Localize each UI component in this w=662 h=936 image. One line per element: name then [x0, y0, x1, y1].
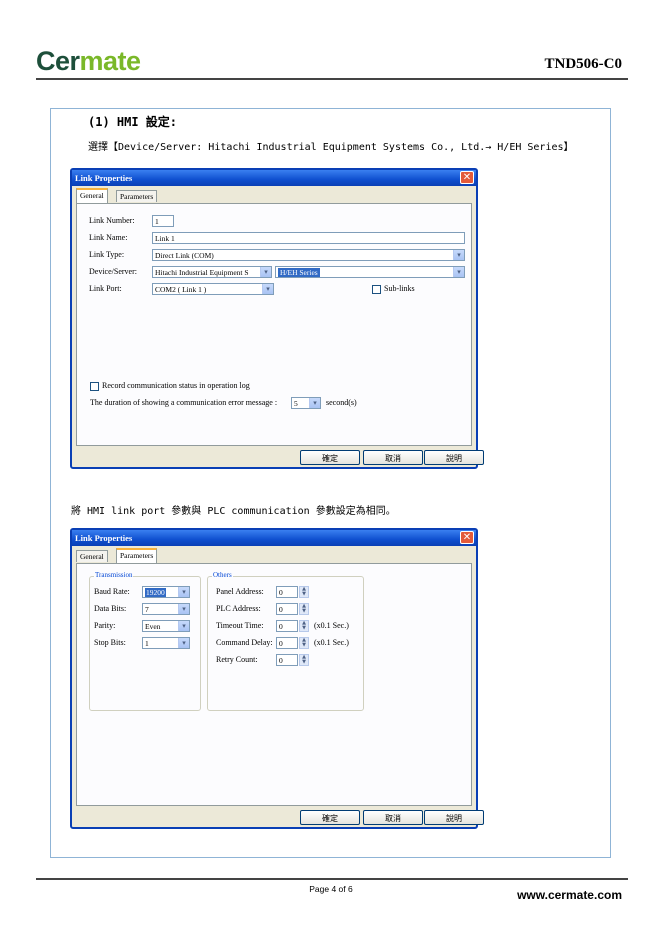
parity-label: Parity: — [94, 621, 116, 630]
link-type-select[interactable]: Direct Link (COM) ▾ — [152, 249, 465, 261]
baud-rate-select[interactable]: 19200 ▾ — [142, 586, 190, 598]
sub-links-label: Sub-links — [384, 284, 415, 293]
chevron-down-icon[interactable]: ▾ — [178, 621, 189, 631]
dialog-title: Link Properties — [75, 173, 133, 183]
general-panel: Link Number: 1 Link Name: Link 1 Link Ty… — [76, 203, 472, 446]
link-port-label: Link Port: — [89, 284, 122, 293]
header-divider — [36, 78, 628, 80]
close-icon[interactable]: ✕ — [460, 531, 474, 544]
ok-button[interactable]: 確定 — [300, 810, 360, 825]
record-status-label: Record communication status in operation… — [102, 381, 250, 390]
help-button[interactable]: 說明 — [424, 810, 484, 825]
retry-count-input[interactable]: 0 — [276, 654, 298, 666]
chevron-down-icon[interactable]: ▾ — [260, 267, 271, 277]
transmission-title: Transmission — [94, 571, 134, 579]
cermate-logo: Cermate — [36, 46, 141, 76]
chevron-down-icon[interactable]: ▾ — [178, 638, 189, 648]
transmission-group: Transmission Baud Rate: 19200 ▾ Data Bit… — [89, 571, 201, 711]
link-properties-dialog-parameters: Link Properties ✕ General Parameters Tra… — [70, 528, 484, 829]
chevron-down-icon[interactable]: ▾ — [262, 284, 273, 294]
plc-address-label: PLC Address: — [216, 604, 261, 613]
others-title: Others — [212, 571, 233, 579]
baud-rate-label: Baud Rate: — [94, 587, 130, 596]
tab-parameters[interactable]: Parameters — [116, 190, 158, 202]
link-type-label: Link Type: — [89, 250, 125, 259]
footer-divider — [36, 878, 628, 880]
sub-links-checkbox[interactable] — [372, 285, 381, 294]
spinner-icon[interactable]: ▲ ▼ — [299, 586, 309, 598]
device-server-label: Device/Server: — [89, 267, 137, 276]
panel-address-label: Panel Address: — [216, 587, 264, 596]
link-number-label: Link Number: — [89, 216, 135, 225]
section-instruction: 選擇【Device/Server: Hitachi Industrial Equ… — [88, 142, 574, 153]
link-number-input[interactable]: 1 — [152, 215, 174, 227]
tab-parameters[interactable]: Parameters — [116, 548, 158, 563]
tab-general[interactable]: General — [76, 550, 108, 562]
command-delay-label: Command Delay: — [216, 638, 273, 647]
duration-unit: second(s) — [326, 398, 357, 407]
link-name-label: Link Name: — [89, 233, 128, 242]
link-properties-dialog-general: Link Properties ✕ General Parameters Lin… — [70, 168, 484, 469]
instruction-paragraph: 將 HMI link port 參數與 PLC communication 參數… — [71, 506, 396, 517]
spinner-icon[interactable]: ▲ ▼ — [299, 620, 309, 632]
data-bits-select[interactable]: 7 ▾ — [142, 603, 190, 615]
help-button[interactable]: 說明 — [424, 450, 484, 465]
others-group: Others Panel Address: 0 ▲ ▼ PLC Address: … — [207, 571, 364, 711]
chevron-down-icon[interactable]: ▾ — [178, 587, 189, 597]
section-title: (1) HMI 設定: — [88, 115, 178, 129]
dialog-title-bar: Link Properties ✕ — [72, 530, 476, 546]
cancel-button[interactable]: 取消 — [363, 810, 423, 825]
timeout-unit: (x0.1 Sec.) — [314, 621, 349, 630]
link-port-select[interactable]: COM2 ( Link 1 ) ▾ — [152, 283, 274, 295]
ok-button[interactable]: 確定 — [300, 450, 360, 465]
timeout-input[interactable]: 0 — [276, 620, 298, 632]
dialog-title: Link Properties — [75, 533, 133, 543]
chevron-down-icon[interactable]: ▾ — [178, 604, 189, 614]
duration-select[interactable]: 5 ▾ — [291, 397, 321, 409]
retry-count-label: Retry Count: — [216, 655, 258, 664]
spinner-icon[interactable]: ▲ ▼ — [299, 637, 309, 649]
website-url[interactable]: www.cermate.com — [517, 888, 622, 902]
spinner-icon[interactable]: ▲ ▼ — [299, 603, 309, 615]
duration-label: The duration of showing a communication … — [90, 398, 278, 407]
document-id: TND506-C0 — [544, 56, 623, 72]
data-bits-label: Data Bits: — [94, 604, 127, 613]
timeout-label: Timeout Time: — [216, 621, 264, 630]
stop-bits-select[interactable]: 1 ▾ — [142, 637, 190, 649]
panel-address-input[interactable]: 0 — [276, 586, 298, 598]
command-delay-input[interactable]: 0 — [276, 637, 298, 649]
close-icon[interactable]: ✕ — [460, 171, 474, 184]
chevron-down-icon[interactable]: ▾ — [309, 398, 320, 408]
dialog-title-bar: Link Properties ✕ — [72, 170, 476, 186]
chevron-down-icon[interactable]: ▾ — [453, 250, 464, 260]
parity-select[interactable]: Even ▾ — [142, 620, 190, 632]
tab-general[interactable]: General — [76, 188, 108, 203]
device-series-select[interactable]: H/EH Series ▾ — [275, 266, 465, 278]
chevron-down-icon[interactable]: ▾ — [453, 267, 464, 277]
command-delay-unit: (x0.1 Sec.) — [314, 638, 349, 647]
spinner-icon[interactable]: ▲ ▼ — [299, 654, 309, 666]
stop-bits-label: Stop Bits: — [94, 638, 126, 647]
link-name-input[interactable]: Link 1 — [152, 232, 465, 244]
record-status-checkbox[interactable] — [90, 382, 99, 391]
parameters-panel: Transmission Baud Rate: 19200 ▾ Data Bit… — [76, 563, 472, 806]
cancel-button[interactable]: 取消 — [363, 450, 423, 465]
device-vendor-select[interactable]: Hitachi Industrial Equipment S ▾ — [152, 266, 272, 278]
plc-address-input[interactable]: 0 — [276, 603, 298, 615]
